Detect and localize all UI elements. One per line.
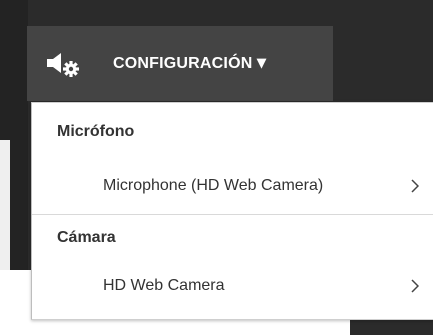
audio-settings-icon (47, 52, 79, 77)
chevron-right-icon (411, 279, 419, 293)
settings-dropdown-button[interactable]: CONFIGURACIÓN ▼ (27, 26, 333, 101)
menu-item-label: Microphone (HD Web Camera) (103, 177, 324, 194)
chevron-right-icon (411, 179, 419, 193)
menu-item-camera-device[interactable]: HD Web Camera (32, 269, 433, 303)
section-divider (32, 214, 433, 215)
underlying-content-strip (0, 140, 10, 270)
section-header-microphone: Micrófono (57, 123, 135, 140)
settings-dropdown-menu: Micrófono Microphone (HD Web Camera) Cám… (31, 102, 433, 320)
section-header-camera: Cámara (57, 229, 116, 246)
chevron-down-icon: ▼ (256, 56, 267, 71)
menu-item-label: HD Web Camera (103, 277, 225, 294)
settings-label: CONFIGURACIÓN (113, 54, 253, 72)
menu-item-microphone-device[interactable]: Microphone (HD Web Camera) (32, 169, 433, 203)
